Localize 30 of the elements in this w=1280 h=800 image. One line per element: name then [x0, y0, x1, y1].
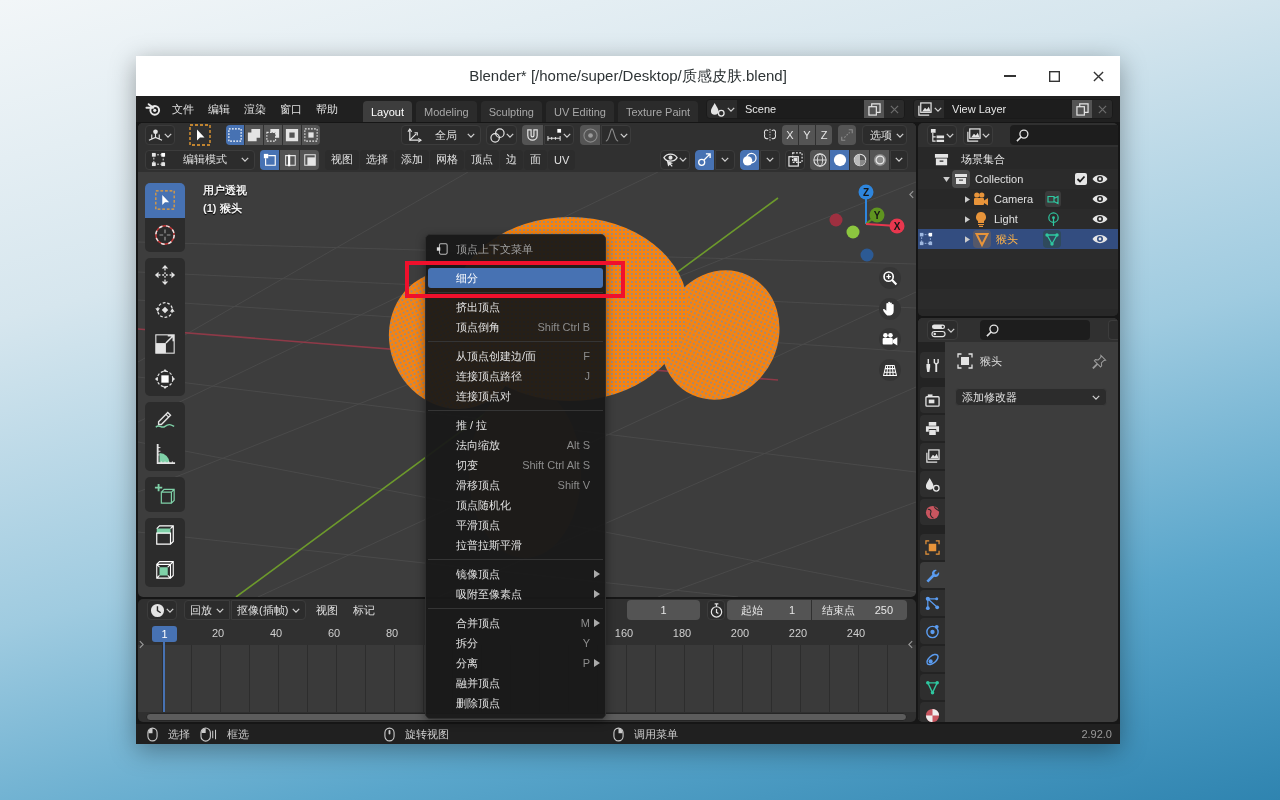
shortcut-label: M — [579, 617, 590, 629]
window-title: Blender* [/home/super/Desktop/质感皮肤.blend] — [469, 66, 787, 86]
version-label: 2.92.0 — [1081, 728, 1112, 740]
hint-label: 框选 — [227, 726, 249, 742]
frame-number: 80 — [384, 627, 400, 639]
frame-number: 220 — [787, 627, 809, 639]
hint-label: 调用菜单 — [634, 726, 678, 742]
shortcut-label: F — [582, 350, 590, 362]
hint-label: 选择 — [168, 726, 190, 742]
frame-number: 40 — [268, 627, 284, 639]
shortcut-label: Shift V — [556, 479, 590, 491]
shortcut-label: J — [583, 370, 590, 382]
shortcut-label: Alt S — [565, 439, 590, 451]
view-name-label: 用户透视 — [203, 183, 247, 198]
object-name-label: 猴头 — [980, 353, 1003, 369]
shortcut-label: P — [581, 657, 590, 669]
menu-title: 顶点上下文菜单 — [456, 241, 533, 257]
frame-number: 60 — [326, 627, 342, 639]
frame-number: 20 — [210, 627, 226, 639]
frame-number: 160 — [613, 627, 635, 639]
frame-number: 200 — [729, 627, 751, 639]
hint-label: 旋转视图 — [405, 726, 449, 742]
shortcut-label: Shift Ctrl B — [536, 321, 590, 333]
field-label: 结束点 — [822, 602, 855, 618]
field-label: 起始 — [741, 602, 763, 618]
object-name-label: (1) 猴头 — [203, 201, 243, 216]
frame-number: 240 — [845, 627, 867, 639]
frame-number: 180 — [671, 627, 693, 639]
shortcut-label: Y — [581, 637, 590, 649]
shortcut-label: Shift Ctrl Alt S — [521, 459, 590, 471]
